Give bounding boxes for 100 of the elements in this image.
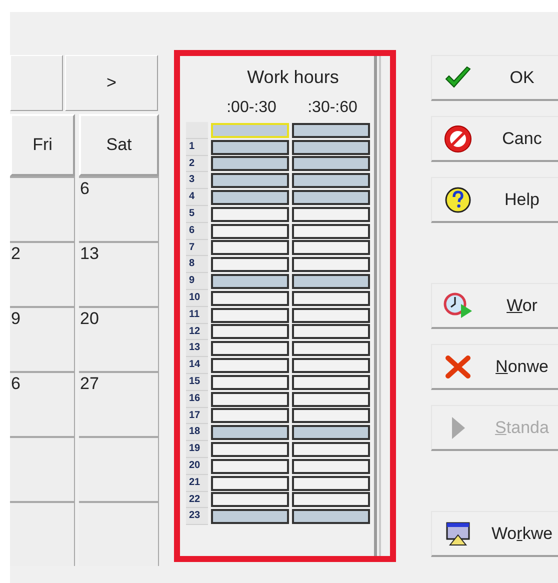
time-slot[interactable]	[211, 408, 289, 424]
hour-label: 22	[186, 492, 208, 508]
time-slot[interactable]	[292, 392, 370, 407]
day-cell[interactable]	[79, 436, 159, 501]
action-button[interactable]: Workwe	[431, 511, 558, 557]
help-icon	[444, 186, 472, 214]
hour-label: 18	[186, 424, 208, 442]
time-slot[interactable]	[292, 122, 370, 138]
time-slot[interactable]	[292, 509, 370, 524]
time-slot[interactable]	[211, 374, 289, 390]
action-button[interactable]: Wor	[431, 283, 558, 329]
time-slot[interactable]	[292, 257, 370, 272]
column-header: :30-:60	[306, 98, 358, 118]
day-cell[interactable]: 6	[10, 371, 75, 436]
column-header: :00-:30	[226, 98, 278, 118]
time-slot[interactable]	[211, 156, 289, 172]
day-header: Fri	[10, 114, 75, 176]
cross-icon	[445, 354, 471, 378]
time-slot[interactable]	[292, 274, 370, 290]
time-slot[interactable]	[211, 206, 289, 222]
hour-label: 3	[186, 172, 208, 190]
hour-label: 6	[186, 222, 208, 240]
action-button[interactable]: Nonwe	[431, 344, 558, 390]
time-slot[interactable]	[211, 240, 289, 256]
time-slot[interactable]	[292, 374, 370, 390]
day-cell[interactable]: 27	[79, 371, 159, 436]
time-slot[interactable]	[292, 476, 370, 491]
time-slot[interactable]	[292, 324, 370, 340]
hour-label: 16	[186, 390, 208, 408]
time-slot[interactable]	[292, 140, 370, 155]
time-slot[interactable]	[211, 358, 289, 374]
time-slot[interactable]	[211, 190, 289, 206]
hour-label: 17	[186, 408, 208, 424]
action-button[interactable]: Help	[431, 177, 558, 223]
time-slot[interactable]	[292, 173, 370, 188]
row-header-cell	[186, 122, 208, 139]
no-entry-icon	[443, 124, 473, 154]
hour-label: 5	[186, 206, 208, 223]
time-slot[interactable]	[211, 324, 289, 340]
hour-label: 23	[186, 508, 208, 526]
hour-label: 12	[186, 324, 208, 340]
time-slot[interactable]	[292, 358, 370, 374]
day-cell[interactable]	[10, 436, 75, 501]
time-slot[interactable]	[292, 240, 370, 256]
time-slot[interactable]	[211, 173, 289, 188]
time-slot[interactable]	[211, 492, 289, 508]
time-slot[interactable]	[292, 458, 370, 474]
hour-label: 1	[186, 138, 208, 156]
time-slot[interactable]	[292, 224, 370, 239]
time-slot[interactable]	[211, 458, 289, 474]
day-cell[interactable]: 6	[79, 176, 159, 241]
time-slot[interactable]	[211, 257, 289, 272]
time-slot[interactable]	[211, 425, 289, 440]
time-slot[interactable]	[211, 509, 289, 524]
time-slot[interactable]	[211, 442, 289, 458]
time-slot[interactable]	[292, 290, 370, 306]
hour-label: 2	[186, 156, 208, 172]
day-header: Sat	[79, 114, 159, 176]
time-slot[interactable]	[211, 224, 289, 239]
hour-label: 4	[186, 189, 208, 206]
action-button[interactable]: Canc	[431, 116, 558, 162]
time-slot[interactable]	[211, 341, 289, 356]
hour-label: 14	[186, 357, 208, 374]
play-icon	[450, 416, 466, 440]
time-slot[interactable]	[211, 308, 289, 323]
time-slot[interactable]	[292, 408, 370, 424]
time-slot[interactable]	[211, 392, 289, 407]
time-slot[interactable]	[292, 341, 370, 356]
hour-label: 13	[186, 340, 208, 358]
hour-label: 15	[186, 374, 208, 391]
day-cell[interactable]: 2	[10, 241, 75, 306]
checkmark-icon	[444, 66, 472, 90]
time-slot[interactable]	[292, 156, 370, 172]
action-button[interactable]: OK	[431, 55, 558, 101]
hour-label: 21	[186, 474, 208, 492]
hour-label: 7	[186, 240, 208, 256]
time-slot[interactable]	[292, 425, 370, 440]
time-slot[interactable]	[292, 190, 370, 206]
panel-title: Work hours	[246, 66, 340, 89]
time-slot[interactable]	[211, 290, 289, 306]
time-slot[interactable]	[211, 274, 289, 290]
day-cell[interactable]	[10, 176, 75, 241]
hour-label: 20	[186, 458, 208, 475]
time-slot[interactable]	[292, 442, 370, 458]
hour-label: 11	[186, 306, 208, 324]
nav-button[interactable]: >	[65, 55, 158, 111]
clock-icon	[443, 292, 473, 320]
time-slot[interactable]	[292, 308, 370, 323]
time-slot[interactable]	[211, 476, 289, 491]
time-slot[interactable]	[292, 492, 370, 508]
day-cell[interactable]: 20	[79, 306, 159, 371]
hour-label: 8	[186, 256, 208, 274]
day-cell[interactable]	[10, 501, 75, 566]
day-cell[interactable]: 13	[79, 241, 159, 306]
monitor-icon	[444, 522, 472, 546]
hour-label: 9	[186, 273, 208, 290]
hour-label: 10	[186, 290, 208, 307]
time-slot[interactable]	[292, 206, 370, 222]
day-cell[interactable]: 9	[10, 306, 75, 371]
time-slot[interactable]	[211, 140, 289, 155]
